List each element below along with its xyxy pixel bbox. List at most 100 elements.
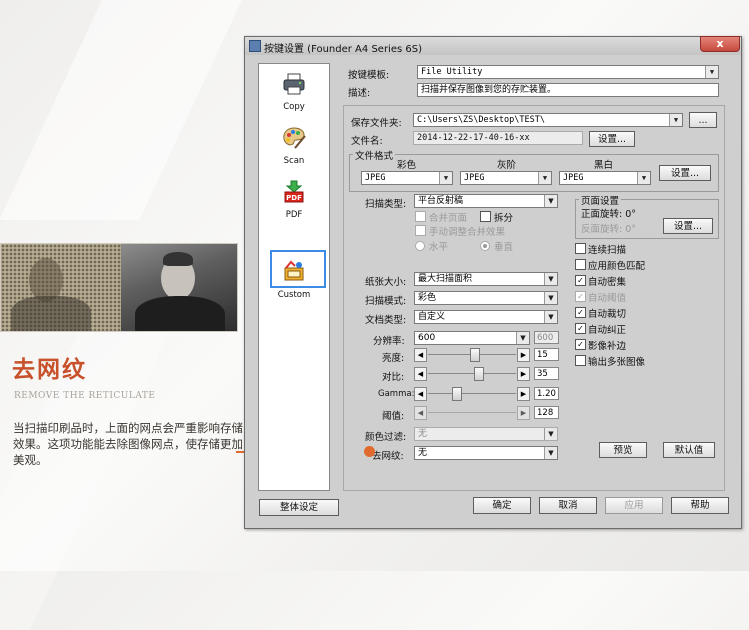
apply-button[interactable]: 应用 [605,497,663,514]
preview-button[interactable]: 预览 [599,442,647,458]
auto-deskew-checkbox[interactable]: ✓ [575,323,586,334]
scan-type-select[interactable]: 平台反射稿 ▼ [414,194,558,208]
option-label: 影像补边 [588,341,627,352]
sidebar-item-label: Scan [283,156,305,166]
edge-fill-checkbox[interactable]: ✓ [575,339,586,350]
gray-format-value: JPEG [464,173,485,183]
front-rotation-label: 正面旋转: 0° [581,209,637,220]
gamma-slider[interactable]: ◀ ▶ [414,387,530,401]
feature-title: 去网纹 [12,357,87,383]
contrast-value[interactable]: 35 [534,367,559,380]
right-arrow-icon[interactable]: ▶ [517,348,530,362]
gray-format-label: 灰阶 [497,160,517,171]
custom-resolution-field[interactable]: 600 [534,331,559,344]
description-field[interactable]: 扫描并保存图像到您的存贮装置。 [417,83,719,97]
reticulated-photo [1,244,121,331]
threshold-slider[interactable]: ◀ ▶ [414,406,530,420]
slider-track [428,393,516,394]
vertical-label: 垂直 [494,242,514,253]
color-format-label: 彩色 [397,160,417,171]
browse-button[interactable]: ... [689,112,717,128]
palette-icon [283,127,306,149]
paper-size-select[interactable]: 最大扫描面积 ▼ [414,272,558,286]
window-title: 按键设置 (Founder A4 Series 6S) [264,44,422,55]
slider-thumb[interactable] [469,348,480,362]
page-settings-group-label: 页面设置 [579,193,622,207]
option-label: 应用颜色匹配 [588,261,646,272]
back-rotation-label: 反面旋转: 0° [581,224,637,235]
callout-dot [364,446,375,457]
close-button[interactable]: x [700,36,740,52]
brightness-slider[interactable]: ◀ ▶ [414,348,530,362]
chevron-down-icon: ▼ [544,292,557,304]
global-settings-button[interactable]: 整体设定 [259,499,339,516]
slider-thumb[interactable] [452,387,462,401]
descreen-select[interactable]: 无 ▼ [414,446,558,460]
chevron-down-icon: ▼ [538,172,551,184]
sidebar-item-copy[interactable]: Copy [259,72,329,112]
color-matching-checkbox[interactable] [575,259,586,270]
sidebar-item-custom[interactable]: Custom [259,260,329,300]
multi-image-checkbox[interactable] [575,355,586,366]
sidebar-item-label: PDF [285,210,303,220]
cancel-button[interactable]: 取消 [539,497,597,514]
bw-format-select[interactable]: JPEG ▼ [559,171,651,185]
gray-format-select[interactable]: JPEG ▼ [460,171,552,185]
color-filter-select[interactable]: 无 ▼ [414,427,558,441]
save-folder-select[interactable]: C:\Users\ZS\Desktop\TEST\ ▼ [413,113,683,127]
chevron-down-icon: ▼ [439,172,452,184]
title-bar: 按键设置 (Founder A4 Series 6S) x [245,36,741,55]
doc-type-select[interactable]: 自定义 ▼ [414,310,558,324]
split-checkbox[interactable] [480,211,491,222]
right-arrow-icon[interactable]: ▶ [517,387,530,401]
gamma-label: Gamma: [378,389,415,399]
file-name-field[interactable]: 2014-12-22-17-40-16-xx [413,131,583,145]
save-folder-value: C:\Users\ZS\Desktop\TEST\ [417,115,545,125]
auto-density-checkbox[interactable]: ✓ [575,275,586,286]
ok-button[interactable]: 确定 [473,497,531,514]
manual-merge-checkbox[interactable] [415,225,426,236]
feature-description: 当扫描印刷品时，上面的网点会严重影响存储效果。这项功能能去除图像网点，使存储更加… [13,421,243,467]
right-arrow-icon[interactable]: ▶ [517,406,530,420]
chevron-down-icon: ▼ [669,114,682,126]
svg-text:PDF: PDF [286,194,302,202]
description-label: 描述: [348,88,371,99]
slider-thumb[interactable] [474,367,485,381]
auto-threshold-checkbox[interactable]: ✓ [575,291,586,302]
resolution-label: 分辨率: [373,336,405,347]
left-arrow-icon[interactable]: ◀ [414,367,427,381]
option-label: 自动纠正 [588,325,627,336]
file-name-settings-button[interactable]: 设置... [589,131,635,147]
auto-crop-checkbox[interactable]: ✓ [575,307,586,318]
continuous-scan-checkbox[interactable] [575,243,586,254]
merge-pages-checkbox[interactable] [415,211,426,222]
sidebar-item-scan[interactable]: Scan [259,126,329,166]
gamma-value[interactable]: 1.20 [534,387,559,400]
paper-size-label: 纸张大小: [365,277,407,288]
left-arrow-icon[interactable]: ◀ [414,348,427,362]
vertical-radio[interactable] [480,241,490,251]
left-arrow-icon[interactable]: ◀ [414,406,427,420]
chevron-down-icon: ▼ [516,332,529,344]
help-button[interactable]: 帮助 [671,497,729,514]
file-format-settings-button[interactable]: 设置... [659,165,711,181]
resolution-select[interactable]: 600 ▼ [414,331,530,345]
chevron-down-icon: ▼ [544,428,557,440]
default-button[interactable]: 默认值 [663,442,715,458]
sidebar-item-label: Copy [283,102,305,112]
color-format-select[interactable]: JPEG ▼ [361,171,453,185]
brightness-value[interactable]: 15 [534,348,559,361]
template-select[interactable]: File Utility ▼ [417,65,719,79]
bw-format-value: JPEG [563,173,584,183]
contrast-slider[interactable]: ◀ ▶ [414,367,530,381]
horizontal-radio[interactable] [415,241,425,251]
split-label: 拆分 [494,213,514,224]
scan-mode-select[interactable]: 彩色 ▼ [414,291,558,305]
contrast-label: 对比: [382,372,405,383]
right-arrow-icon[interactable]: ▶ [517,367,530,381]
descreen-value: 无 [418,448,428,458]
page-settings-button[interactable]: 设置... [663,218,713,234]
threshold-value[interactable]: 128 [534,406,559,419]
sidebar-item-pdf[interactable]: PDF PDF [259,180,329,220]
left-arrow-icon[interactable]: ◀ [414,387,427,401]
